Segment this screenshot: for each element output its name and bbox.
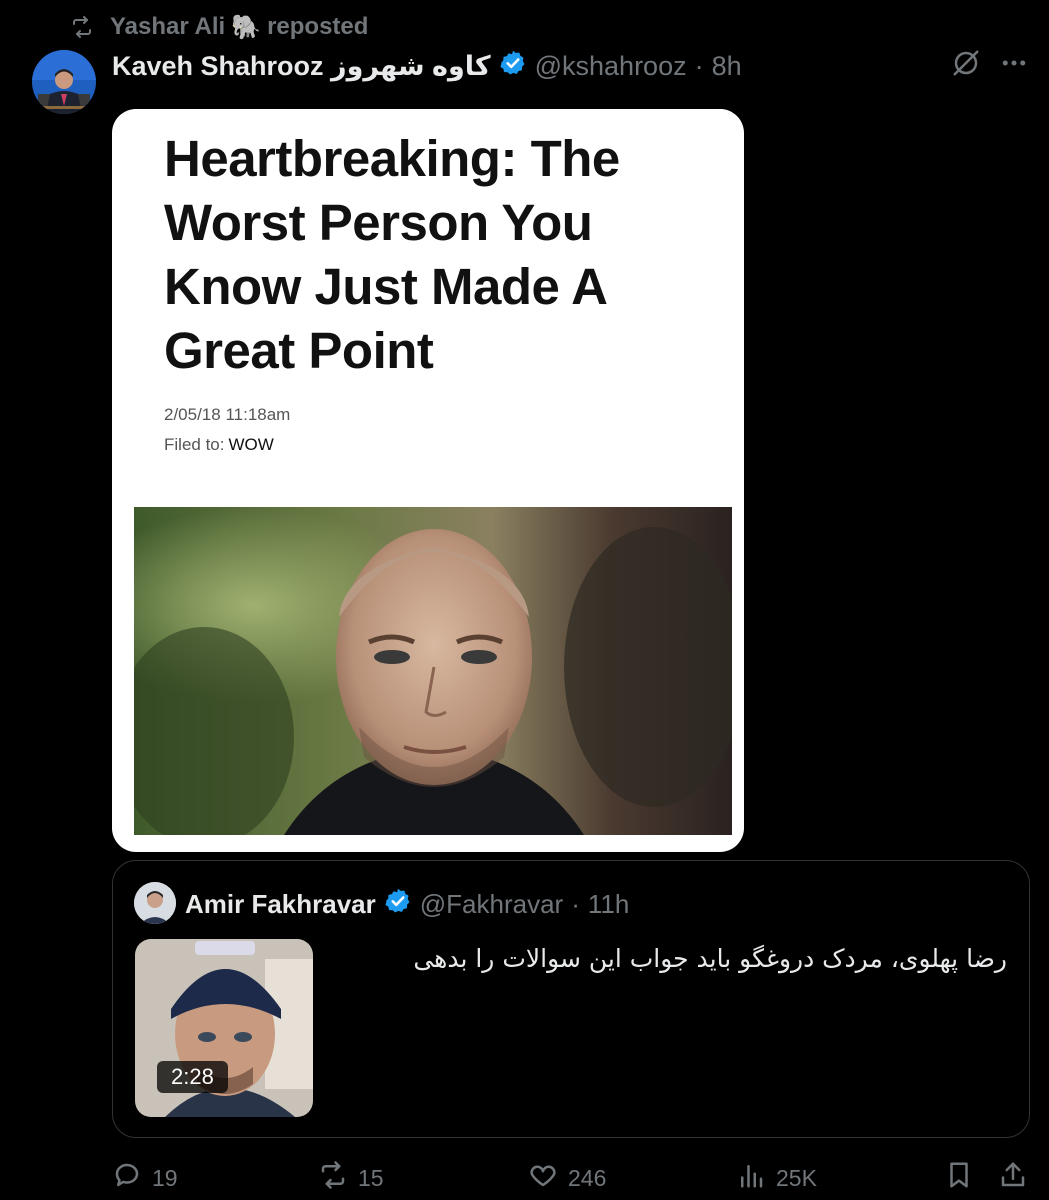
filed-label: Filed to: [164,435,225,454]
reply-button[interactable]: 19 [112,1160,178,1196]
grok-icon[interactable] [951,48,981,83]
quote-separator-dot: · [571,888,580,919]
bookmark-icon [944,1160,974,1196]
views-count: 25K [776,1164,817,1191]
post-actions: 19 15 246 25K [112,1160,1032,1200]
views-button[interactable]: 25K [736,1160,817,1196]
article-photo [134,507,732,835]
post-time[interactable]: 8h [712,51,742,82]
like-button[interactable]: 246 [528,1160,606,1196]
article-filed: Filed to: WOW [164,435,274,455]
author-name[interactable]: Kaveh Shahrooz کاوه شهروز [112,51,491,82]
quote-author-handle[interactable]: @Fakhravar [420,889,563,920]
repost-count: 15 [358,1164,384,1191]
repost-label: reposted [267,13,369,40]
header-actions [951,48,1029,83]
quote-verified-badge-icon [384,887,412,922]
video-duration: 2:28 [157,1061,228,1093]
like-count: 246 [568,1164,607,1191]
share-icon [998,1160,1028,1196]
post-header: Kaveh Shahrooz کاوه شهروز @kshahrooz · 8… [112,46,742,86]
views-icon [736,1160,766,1196]
article-headline: Heartbreaking: The Worst Person You Know… [164,130,620,379]
quoted-post[interactable]: Amir Fakhravar @Fakhravar · 11h 2:28 رضا… [112,860,1030,1138]
reply-count: 19 [152,1164,178,1191]
author-handle[interactable]: @kshahrooz [535,51,687,82]
repost-indicator[interactable]: Yashar Ali 🐘 reposted [68,10,368,44]
repost-action-icon [318,1160,348,1196]
quote-video-thumbnail[interactable]: 2:28 [135,939,313,1117]
quote-time[interactable]: 11h [588,889,629,920]
verified-badge-icon [499,49,527,84]
repost-button[interactable]: 15 [318,1160,384,1196]
repost-icon [68,15,96,39]
share-button[interactable] [998,1160,1028,1196]
filed-value: WOW [228,435,274,454]
separator-dot: · [694,50,704,81]
author-avatar[interactable] [32,50,96,114]
quote-header: Amir Fakhravar @Fakhravar · 11h [185,885,629,923]
article-screenshot: Heartbreaking: The Worst Person You Know… [134,109,732,839]
reposter-name[interactable]: Yashar Ali [110,13,225,41]
quote-text: رضا پهلوی، مردک دروغگو باید جواب این سوا… [413,944,1007,973]
quote-author-name[interactable]: Amir Fakhravar [185,889,376,920]
more-options-icon[interactable] [999,48,1029,83]
quote-author-avatar[interactable] [134,882,176,924]
article-date: 2/05/18 11:18am [164,405,291,424]
heart-icon [528,1160,558,1196]
reposter-emoji: 🐘 [231,13,262,41]
bookmark-button[interactable] [944,1160,974,1196]
reply-icon [112,1160,142,1196]
post-media-image[interactable]: Heartbreaking: The Worst Person You Know… [112,109,744,852]
